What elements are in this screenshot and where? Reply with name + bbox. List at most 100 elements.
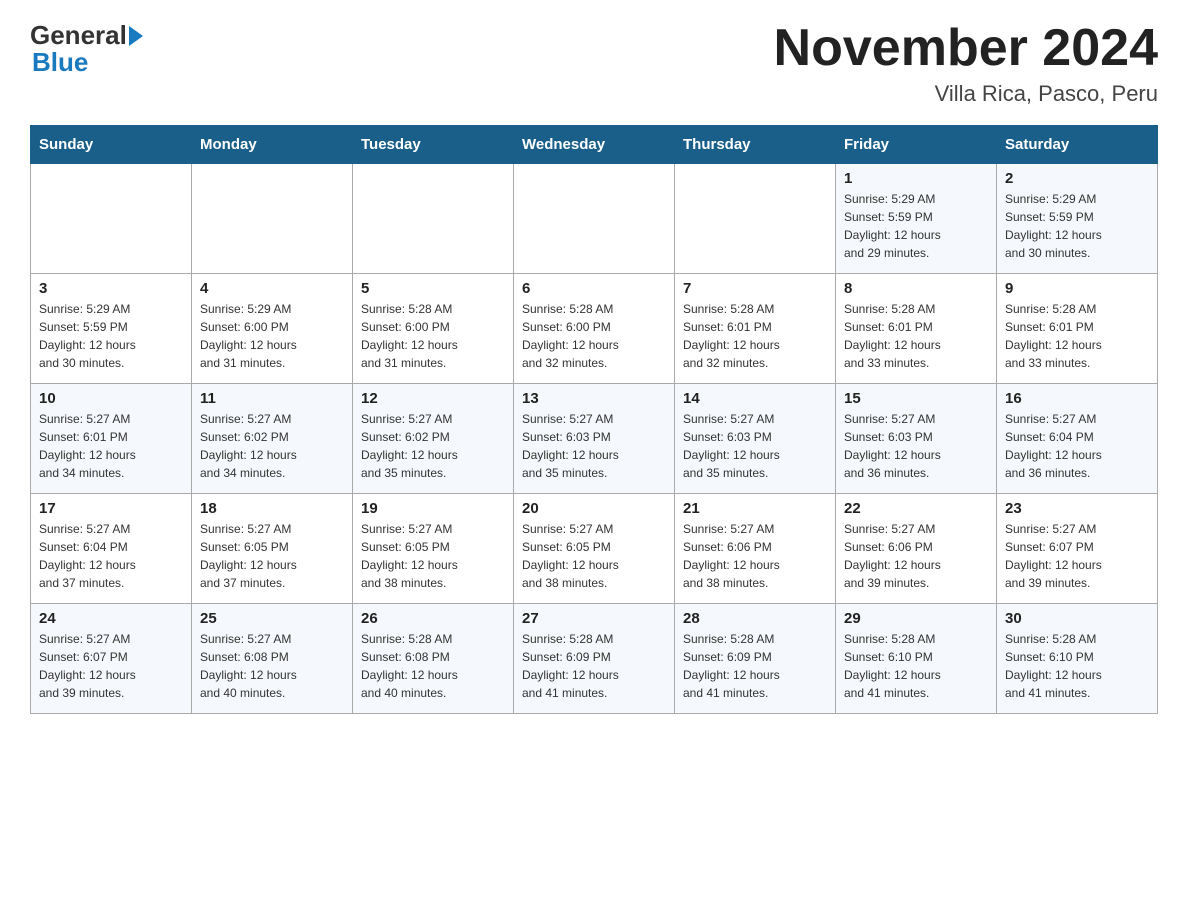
day-info: Sunrise: 5:28 AM Sunset: 6:09 PM Dayligh… (522, 630, 666, 702)
col-wednesday: Wednesday (514, 126, 675, 164)
day-info: Sunrise: 5:27 AM Sunset: 6:08 PM Dayligh… (200, 630, 344, 702)
day-info: Sunrise: 5:27 AM Sunset: 6:06 PM Dayligh… (844, 520, 988, 592)
day-number: 5 (361, 280, 505, 297)
day-number: 17 (39, 500, 183, 517)
calendar-week-4: 17 Sunrise: 5:27 AM Sunset: 6:04 PM Dayli… (31, 494, 1158, 604)
col-friday: Friday (836, 126, 997, 164)
day-number: 8 (844, 280, 988, 297)
calendar-week-3: 10 Sunrise: 5:27 AM Sunset: 6:01 PM Dayli… (31, 384, 1158, 494)
day-info: Sunrise: 5:28 AM Sunset: 6:01 PM Dayligh… (683, 300, 827, 372)
day-info: Sunrise: 5:28 AM Sunset: 6:09 PM Dayligh… (683, 630, 827, 702)
table-row: 28 Sunrise: 5:28 AM Sunset: 6:09 PM Dayli… (675, 604, 836, 714)
day-info: Sunrise: 5:27 AM Sunset: 6:01 PM Dayligh… (39, 410, 183, 482)
table-row: 23 Sunrise: 5:27 AM Sunset: 6:07 PM Dayli… (997, 494, 1158, 604)
table-row: 22 Sunrise: 5:27 AM Sunset: 6:06 PM Dayli… (836, 494, 997, 604)
table-row (353, 164, 514, 274)
table-row: 17 Sunrise: 5:27 AM Sunset: 6:04 PM Dayli… (31, 494, 192, 604)
table-row: 4Sunrise: 5:29 AM Sunset: 6:00 PM Daylig… (192, 274, 353, 384)
page-header: General Blue November 2024 Villa Rica, P… (30, 20, 1158, 107)
day-number: 15 (844, 390, 988, 407)
table-row: 20 Sunrise: 5:27 AM Sunset: 6:05 PM Dayli… (514, 494, 675, 604)
col-thursday: Thursday (675, 126, 836, 164)
table-row: 18 Sunrise: 5:27 AM Sunset: 6:05 PM Dayli… (192, 494, 353, 604)
day-number: 27 (522, 610, 666, 627)
day-info: Sunrise: 5:27 AM Sunset: 6:04 PM Dayligh… (1005, 410, 1149, 482)
day-number: 26 (361, 610, 505, 627)
calendar-week-2: 3Sunrise: 5:29 AM Sunset: 5:59 PM Daylig… (31, 274, 1158, 384)
day-info: Sunrise: 5:27 AM Sunset: 6:04 PM Dayligh… (39, 520, 183, 592)
day-number: 1 (844, 170, 988, 187)
day-number: 20 (522, 500, 666, 517)
table-row (31, 164, 192, 274)
day-number: 19 (361, 500, 505, 517)
day-info: Sunrise: 5:27 AM Sunset: 6:02 PM Dayligh… (361, 410, 505, 482)
day-number: 4 (200, 280, 344, 297)
col-sunday: Sunday (31, 126, 192, 164)
day-number: 16 (1005, 390, 1149, 407)
day-number: 28 (683, 610, 827, 627)
day-number: 7 (683, 280, 827, 297)
col-monday: Monday (192, 126, 353, 164)
table-row: 1 Sunrise: 5:29 AM Sunset: 5:59 PM Daylig… (836, 164, 997, 274)
day-number: 30 (1005, 610, 1149, 627)
day-info: Sunrise: 5:28 AM Sunset: 6:00 PM Dayligh… (361, 300, 505, 372)
day-info: Sunrise: 5:28 AM Sunset: 6:00 PM Dayligh… (522, 300, 666, 372)
day-number: 21 (683, 500, 827, 517)
day-info: Sunrise: 5:27 AM Sunset: 6:07 PM Dayligh… (39, 630, 183, 702)
day-info: Sunrise: 5:27 AM Sunset: 6:07 PM Dayligh… (1005, 520, 1149, 592)
table-row: 3Sunrise: 5:29 AM Sunset: 5:59 PM Daylig… (31, 274, 192, 384)
logo-triangle-icon (129, 26, 143, 46)
day-info: Sunrise: 5:27 AM Sunset: 6:03 PM Dayligh… (522, 410, 666, 482)
header-row: Sunday Monday Tuesday Wednesday Thursday… (31, 126, 1158, 164)
logo-blue-word: Blue (32, 47, 88, 77)
table-row: 25 Sunrise: 5:27 AM Sunset: 6:08 PM Dayli… (192, 604, 353, 714)
table-row: 24 Sunrise: 5:27 AM Sunset: 6:07 PM Dayli… (31, 604, 192, 714)
day-number: 18 (200, 500, 344, 517)
day-number: 22 (844, 500, 988, 517)
logo: General Blue (30, 20, 145, 78)
day-info: Sunrise: 5:27 AM Sunset: 6:02 PM Dayligh… (200, 410, 344, 482)
day-number: 12 (361, 390, 505, 407)
table-row: 5 Sunrise: 5:28 AM Sunset: 6:00 PM Daylig… (353, 274, 514, 384)
day-info: Sunrise: 5:28 AM Sunset: 6:10 PM Dayligh… (844, 630, 988, 702)
calendar-week-5: 24 Sunrise: 5:27 AM Sunset: 6:07 PM Dayli… (31, 604, 1158, 714)
day-info: Sunrise: 5:29 AM Sunset: 5:59 PM Dayligh… (844, 190, 988, 262)
day-number: 11 (200, 390, 344, 407)
day-info: Sunrise: 5:27 AM Sunset: 6:03 PM Dayligh… (683, 410, 827, 482)
table-row: 2 Sunrise: 5:29 AM Sunset: 5:59 PM Daylig… (997, 164, 1158, 274)
day-number: 2 (1005, 170, 1149, 187)
table-row: 26 Sunrise: 5:28 AM Sunset: 6:08 PM Dayli… (353, 604, 514, 714)
day-number: 3 (39, 280, 183, 297)
day-info: Sunrise: 5:28 AM Sunset: 6:08 PM Dayligh… (361, 630, 505, 702)
day-number: 13 (522, 390, 666, 407)
day-info: Sunrise: 5:27 AM Sunset: 6:05 PM Dayligh… (200, 520, 344, 592)
table-row: 13 Sunrise: 5:27 AM Sunset: 6:03 PM Dayli… (514, 384, 675, 494)
day-number: 14 (683, 390, 827, 407)
day-info: Sunrise: 5:27 AM Sunset: 6:05 PM Dayligh… (522, 520, 666, 592)
table-row: 7 Sunrise: 5:28 AM Sunset: 6:01 PM Daylig… (675, 274, 836, 384)
table-row: 12 Sunrise: 5:27 AM Sunset: 6:02 PM Dayli… (353, 384, 514, 494)
table-row (514, 164, 675, 274)
table-row: 10 Sunrise: 5:27 AM Sunset: 6:01 PM Dayli… (31, 384, 192, 494)
table-row: 9Sunrise: 5:28 AM Sunset: 6:01 PM Daylig… (997, 274, 1158, 384)
day-info: Sunrise: 5:27 AM Sunset: 6:06 PM Dayligh… (683, 520, 827, 592)
day-info: Sunrise: 5:28 AM Sunset: 6:10 PM Dayligh… (1005, 630, 1149, 702)
table-row: 30 Sunrise: 5:28 AM Sunset: 6:10 PM Dayli… (997, 604, 1158, 714)
calendar-table: Sunday Monday Tuesday Wednesday Thursday… (30, 125, 1158, 714)
day-number: 10 (39, 390, 183, 407)
day-number: 24 (39, 610, 183, 627)
day-number: 29 (844, 610, 988, 627)
day-number: 25 (200, 610, 344, 627)
day-info: Sunrise: 5:27 AM Sunset: 6:03 PM Dayligh… (844, 410, 988, 482)
day-number: 9 (1005, 280, 1149, 297)
table-row (675, 164, 836, 274)
day-number: 6 (522, 280, 666, 297)
day-info: Sunrise: 5:29 AM Sunset: 5:59 PM Dayligh… (1005, 190, 1149, 262)
table-row: 16 Sunrise: 5:27 AM Sunset: 6:04 PM Dayli… (997, 384, 1158, 494)
day-number: 23 (1005, 500, 1149, 517)
table-row: 11 Sunrise: 5:27 AM Sunset: 6:02 PM Dayli… (192, 384, 353, 494)
table-row: 15 Sunrise: 5:27 AM Sunset: 6:03 PM Dayli… (836, 384, 997, 494)
location-title: Villa Rica, Pasco, Peru (774, 81, 1158, 107)
table-row: 14 Sunrise: 5:27 AM Sunset: 6:03 PM Dayli… (675, 384, 836, 494)
day-info: Sunrise: 5:28 AM Sunset: 6:01 PM Dayligh… (844, 300, 988, 372)
